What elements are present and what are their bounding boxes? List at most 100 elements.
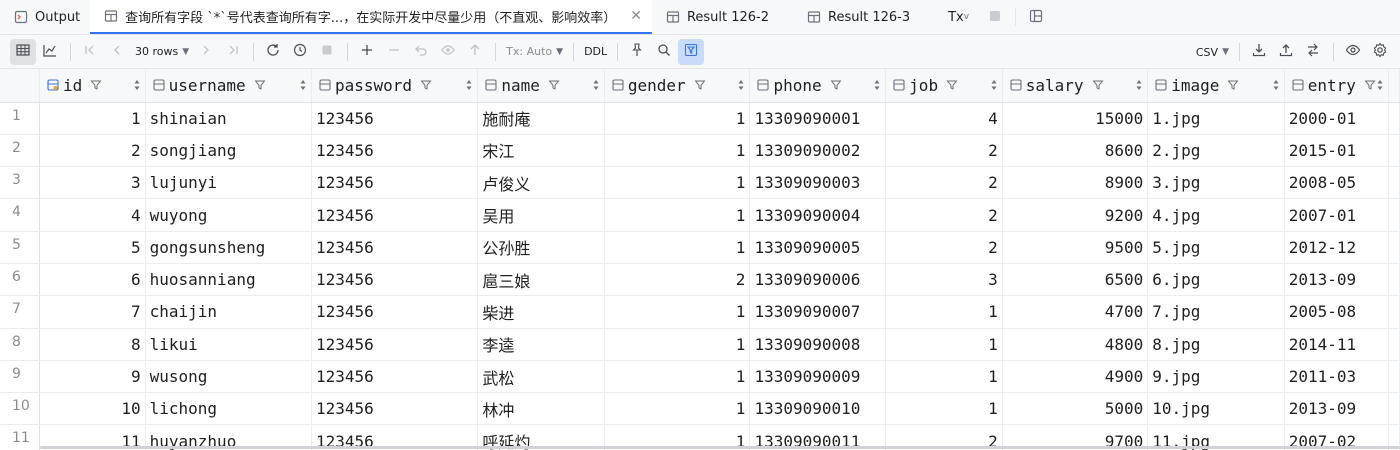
cell-entry[interactable]: 2013-09 (1284, 392, 1390, 426)
cell-username[interactable]: shinaian (145, 102, 313, 135)
cell-id[interactable]: 8 (39, 328, 146, 361)
tab-result-126-3[interactable]: Result 126-3 (793, 0, 920, 34)
cell-username[interactable]: wuyong (145, 198, 313, 232)
cell-phone[interactable]: 13309090001 (749, 102, 887, 135)
table-view-button[interactable] (10, 38, 36, 65)
sort-icon[interactable] (1376, 79, 1384, 91)
cell-entry[interactable]: 2000-01 (1284, 102, 1390, 135)
cell-entry[interactable]: 2005-08 (1284, 295, 1390, 329)
column-header-image[interactable]: image (1147, 69, 1285, 103)
cell-salary[interactable]: 4700 (1002, 295, 1149, 329)
row-number[interactable]: 8 (0, 328, 40, 361)
filter-icon[interactable] (254, 79, 266, 91)
cell-image[interactable]: 9.jpg (1147, 360, 1285, 394)
cell-salary[interactable]: 15000 (1002, 102, 1149, 135)
cell-password[interactable]: 123456 (311, 328, 479, 361)
sort-icon[interactable] (592, 79, 600, 91)
filter-icon[interactable] (694, 79, 706, 91)
cell-gender[interactable]: 2 (604, 263, 751, 297)
cell-password[interactable]: 123456 (311, 134, 479, 168)
horizontal-scrollbar[interactable] (40, 446, 1400, 449)
cell-id[interactable]: 10 (39, 392, 146, 426)
cell-name[interactable]: 柴进 (477, 295, 605, 329)
table-row[interactable]: 7 7 chaijin 123456 柴进 1 13309090007 1 4700 7.jpg 2… (0, 295, 1400, 329)
submit-button[interactable] (462, 39, 488, 65)
sort-icon[interactable] (133, 79, 141, 91)
cell-gender[interactable]: 1 (604, 392, 751, 426)
cell-entry[interactable]: 2008-05 (1284, 166, 1390, 200)
cell-gender[interactable]: 1 (604, 198, 751, 232)
filter-icon[interactable] (548, 79, 560, 91)
search-button[interactable] (651, 39, 677, 65)
cell-image[interactable]: 1.jpg (1147, 102, 1285, 135)
history-button[interactable] (287, 39, 313, 65)
row-number[interactable]: 6 (0, 263, 40, 297)
tab-query-result[interactable]: 查询所有字段 `*`号代表查询所有字...，在实际开发中尽量少用（不直观、影响效… (90, 0, 652, 34)
tab-output[interactable]: Output (0, 0, 90, 34)
column-header-phone[interactable]: phone (749, 69, 887, 103)
table-row[interactable]: 8 8 likui 123456 李逵 1 13309090008 1 4800 8.jpg 201… (0, 328, 1400, 361)
column-header-password[interactable]: password (311, 69, 479, 103)
cell-phone[interactable]: 13309090007 (749, 295, 887, 329)
cell-job[interactable]: 3 (885, 263, 1003, 297)
cell-job[interactable]: 1 (885, 392, 1003, 426)
cell-gender[interactable]: 1 (604, 328, 751, 361)
page-size-dropdown[interactable]: 30 rows ▼ (131, 45, 193, 58)
cell-id[interactable]: 5 (39, 231, 146, 264)
cell-gender[interactable]: 1 (604, 102, 751, 135)
cell-name[interactable]: 公孙胜 (477, 231, 605, 264)
sort-icon[interactable] (1135, 79, 1143, 91)
cell-name[interactable]: 宋江 (477, 134, 605, 168)
sort-icon[interactable] (873, 79, 881, 91)
cell-salary[interactable]: 5000 (1002, 392, 1149, 426)
cell-phone[interactable]: 13309090003 (749, 166, 887, 200)
settings-button[interactable] (1367, 39, 1393, 65)
cell-phone[interactable]: 13309090008 (749, 328, 887, 361)
column-header-gender[interactable]: gender (604, 69, 751, 103)
cell-salary[interactable]: 8900 (1002, 166, 1149, 200)
cancel-query-button[interactable] (314, 39, 340, 65)
last-page-button[interactable] (220, 39, 246, 65)
cell-name[interactable]: 施耐庵 (477, 102, 605, 135)
table-row[interactable]: 6 6 huosanniang 123456 扈三娘 2 13309090006 3 6500 6… (0, 263, 1400, 297)
filter-icon[interactable] (1227, 79, 1239, 91)
table-row[interactable]: 9 9 wusong 123456 武松 1 13309090009 1 4900 9.jpg 20… (0, 360, 1400, 394)
cell-job[interactable]: 4 (885, 102, 1003, 135)
cell-name[interactable]: 卢俊义 (477, 166, 605, 200)
cell-entry[interactable]: 2007-01 (1284, 198, 1390, 232)
previous-page-button[interactable] (104, 39, 130, 65)
cell-gender[interactable]: 1 (604, 360, 751, 394)
table-row[interactable]: 5 5 gongsunsheng 123456 公孙胜 1 13309090005 2 9500… (0, 231, 1400, 264)
cell-id[interactable]: 4 (39, 198, 146, 232)
row-number[interactable]: 9 (0, 360, 40, 394)
row-number[interactable]: 1 (0, 102, 40, 135)
cell-entry[interactable]: 2013-09 (1284, 263, 1390, 297)
cell-username[interactable]: wusong (145, 360, 313, 394)
cell-username[interactable]: likui (145, 328, 313, 361)
export-format-dropdown[interactable]: CSV ▼ (1192, 46, 1233, 59)
cell-password[interactable]: 123456 (311, 198, 479, 232)
cell-image[interactable]: 3.jpg (1147, 166, 1285, 200)
revert-button[interactable] (408, 39, 434, 65)
cell-job[interactable]: 2 (885, 231, 1003, 264)
cell-salary[interactable]: 6500 (1002, 263, 1149, 297)
cell-salary[interactable]: 9200 (1002, 198, 1149, 232)
cell-gender[interactable]: 1 (604, 295, 751, 329)
cell-image[interactable]: 5.jpg (1147, 231, 1285, 264)
ddl-button[interactable]: DDL (580, 45, 611, 58)
cell-name[interactable]: 武松 (477, 360, 605, 394)
stop-button[interactable] (979, 0, 1011, 34)
cell-job[interactable]: 2 (885, 198, 1003, 232)
row-number[interactable]: 3 (0, 166, 40, 200)
close-icon[interactable]: ✕ (630, 8, 642, 24)
cell-phone[interactable]: 13309090010 (749, 392, 887, 426)
cell-id[interactable]: 6 (39, 263, 146, 297)
cell-entry[interactable]: 2015-01 (1284, 134, 1390, 168)
table-row[interactable]: 4 4 wuyong 123456 吴用 1 13309090004 2 9200 4.jpg 20… (0, 198, 1400, 232)
cell-phone[interactable]: 13309090002 (749, 134, 887, 168)
transaction-mode-dropdown[interactable]: Tx: Auto ▼ (502, 45, 567, 58)
cell-image[interactable]: 7.jpg (1147, 295, 1285, 329)
cell-id[interactable]: 7 (39, 295, 146, 329)
cell-username[interactable]: chaijin (145, 295, 313, 329)
split-view-button[interactable] (1020, 0, 1052, 34)
